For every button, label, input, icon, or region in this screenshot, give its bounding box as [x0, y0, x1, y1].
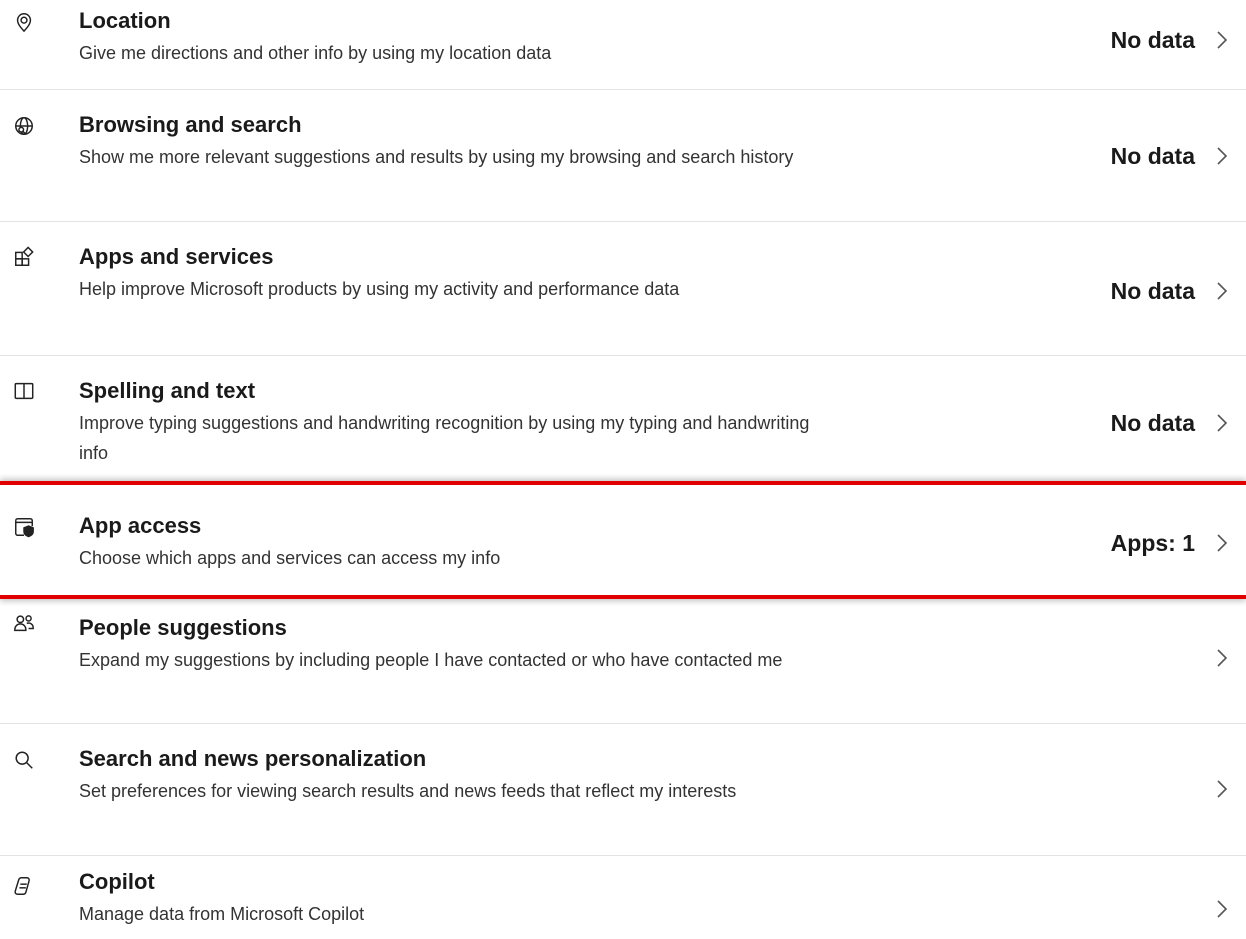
row-title: Apps and services	[79, 244, 274, 269]
settings-row-apps-and-services[interactable]: Apps and services Help improve Microsoft…	[0, 222, 1246, 356]
chevron-right-icon	[1212, 643, 1232, 673]
row-description: Give me directions and other info by usi…	[79, 43, 552, 63]
row-description: Help improve Microsoft products by using…	[79, 279, 680, 299]
chevron-right-icon	[1212, 141, 1232, 171]
settings-row-spelling-and-text[interactable]: Spelling and text Improve typing suggest…	[0, 356, 1246, 481]
row-title: Spelling and text	[79, 378, 256, 403]
row-status: No data	[1110, 27, 1195, 53]
row-description: Improve typing suggestions and handwriti…	[79, 413, 810, 463]
row-title: Copilot	[79, 869, 155, 894]
row-status: No data	[1110, 410, 1195, 436]
row-description: Expand my suggestions by including peopl…	[79, 650, 783, 670]
row-status: No data	[1110, 143, 1195, 169]
settings-row-location[interactable]: Location Give me directions and other in…	[0, 0, 1246, 90]
row-status: No data	[1110, 278, 1195, 304]
row-description: Manage data from Microsoft Copilot	[79, 904, 365, 924]
search-icon	[8, 744, 40, 776]
chevron-right-icon	[1212, 25, 1232, 55]
settings-row-people-suggestions[interactable]: People suggestions Expand my suggestions…	[0, 599, 1246, 724]
book-icon	[8, 375, 40, 407]
chevron-right-icon	[1212, 894, 1232, 924]
row-title: App access	[79, 513, 202, 538]
row-title: Browsing and search	[79, 112, 302, 137]
row-status: Apps: 1	[1110, 530, 1195, 556]
settings-row-search-and-news-personalization[interactable]: Search and news personalization Set pref…	[0, 724, 1246, 856]
row-description: Show me more relevant suggestions and re…	[79, 147, 794, 167]
settings-row-app-access[interactable]: App access Choose which apps and service…	[0, 481, 1246, 599]
window-shield-icon	[8, 511, 40, 543]
copilot-icon	[8, 870, 40, 902]
chevron-right-icon	[1212, 408, 1232, 438]
chevron-right-icon	[1212, 276, 1232, 306]
settings-row-copilot[interactable]: Copilot Manage data from Microsoft Copil…	[0, 856, 1246, 939]
chevron-right-icon	[1212, 528, 1232, 558]
row-description: Set preferences for viewing search resul…	[79, 781, 737, 801]
globe-search-icon	[8, 110, 40, 142]
people-icon	[8, 607, 40, 639]
row-title: Search and news personalization	[79, 746, 427, 771]
settings-row-browsing-and-search[interactable]: Browsing and search Show me more relevan…	[0, 90, 1246, 222]
chevron-right-icon	[1212, 774, 1232, 804]
row-title: People suggestions	[79, 615, 287, 640]
row-title: Location	[79, 8, 171, 33]
row-description: Choose which apps and services can acces…	[79, 548, 501, 568]
location-pin-icon	[8, 6, 40, 38]
apps-grid-icon	[8, 241, 40, 273]
